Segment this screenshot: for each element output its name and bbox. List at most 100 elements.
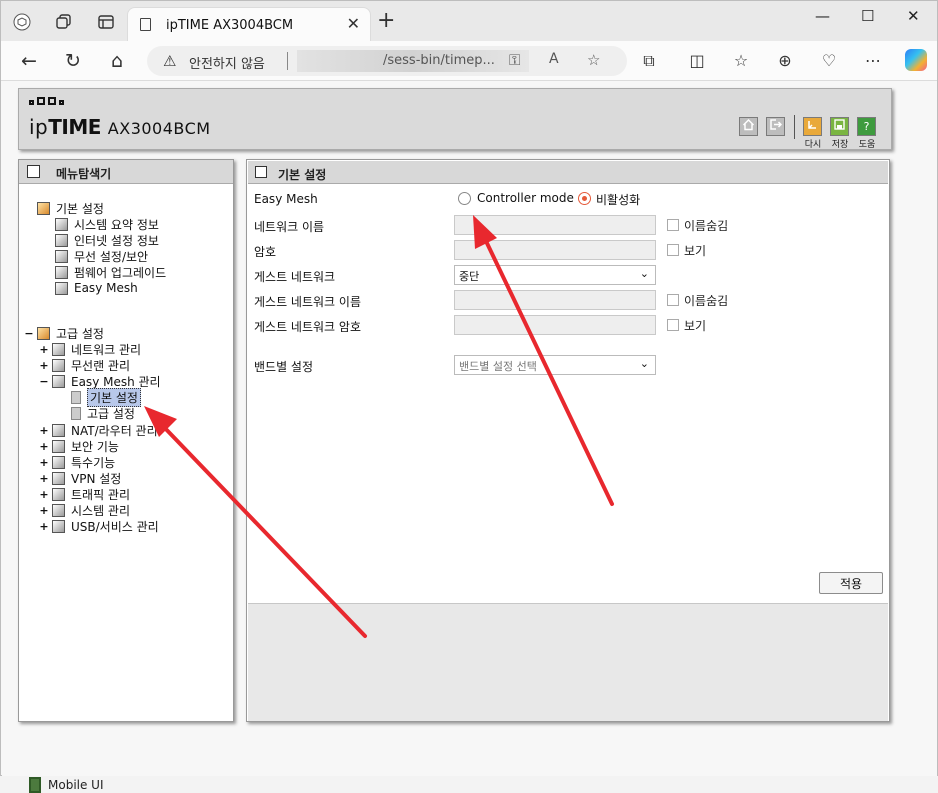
radio-controller-mode[interactable] (458, 192, 471, 205)
bottom-area (248, 603, 888, 721)
expand-icon[interactable]: + (39, 504, 49, 517)
logout-button[interactable] (766, 117, 785, 136)
expand-icon[interactable]: + (39, 424, 49, 437)
wifi-icon (55, 249, 68, 263)
split-screen-icon[interactable]: ◫ (685, 49, 709, 73)
radio-disable[interactable] (578, 192, 591, 205)
guest-show-password-label: 보기 (684, 319, 707, 333)
address-bar[interactable]: ⚠ 안전하지 않음 /sess-bin/timep... ⚿ A ☆ (147, 46, 627, 76)
tree-label: 인터넷 설정 정보 (74, 233, 159, 248)
guest-password-input[interactable] (454, 315, 656, 335)
extensions-icon[interactable]: ⧉ (637, 49, 661, 73)
tree-item-network[interactable]: + 네트워크 관리 (39, 341, 141, 357)
menu-explorer-title: 메뉴탐색기 (56, 167, 112, 181)
expand-icon[interactable]: + (39, 520, 49, 533)
minimize-icon[interactable]: — (815, 7, 830, 25)
password-input[interactable] (454, 240, 656, 260)
expand-icon[interactable]: + (39, 472, 49, 485)
page-icon (71, 390, 81, 404)
band-settings-label: 밴드별 설정 (254, 360, 314, 374)
mobile-ui-link[interactable]: Mobile UI (29, 777, 104, 793)
tree-basic-group[interactable]: 기본 설정 (37, 200, 104, 216)
special-icon (52, 455, 65, 469)
band-settings-select[interactable]: 밴드별 설정 선택 ⌄ (454, 355, 656, 375)
favorite-star-icon[interactable]: ☆ (587, 51, 600, 69)
tree-advanced-group[interactable]: − 고급 설정 (24, 325, 104, 341)
network-name-input[interactable] (454, 215, 656, 235)
tree-item-mesh-advanced[interactable]: 고급 설정 (71, 405, 135, 421)
tree-item-wireless-security[interactable]: 무선 설정/보안 (55, 248, 148, 264)
tree-item-usb[interactable]: + USB/서비스 관리 (39, 518, 159, 534)
copilot-icon[interactable] (905, 49, 927, 71)
apply-button[interactable]: 적용 (819, 572, 883, 594)
tree-item-vpn[interactable]: + VPN 설정 (39, 470, 121, 486)
header-separator (794, 115, 795, 139)
tab-close-icon[interactable]: ✕ (347, 14, 360, 33)
hide-name-label: 이름숨김 (684, 219, 729, 233)
home-button[interactable] (739, 117, 758, 136)
tree-item-wlan[interactable]: + 무선랜 관리 (39, 357, 130, 373)
tree-label: 기본 설정 (56, 201, 104, 216)
maximize-icon[interactable]: ☐ (861, 7, 874, 25)
read-aloud-icon[interactable]: A (549, 51, 559, 67)
guest-show-password-checkbox[interactable] (667, 319, 679, 331)
collapse-icon[interactable]: − (24, 327, 34, 340)
back-icon[interactable]: ← (17, 49, 41, 73)
tab-actions-icon[interactable] (95, 11, 117, 33)
tree-item-mesh-basic[interactable]: 기본 설정 (71, 387, 141, 407)
guest-network-select[interactable]: 중단 ⌄ (454, 265, 656, 285)
hide-name-checkbox[interactable] (667, 219, 679, 231)
expand-icon[interactable]: + (39, 343, 49, 356)
expand-icon[interactable]: + (39, 359, 49, 372)
refresh-button[interactable] (803, 117, 822, 136)
tree-label: 고급 설정 (87, 406, 135, 421)
window-close-icon[interactable]: ✕ (907, 7, 920, 25)
tree-item-special[interactable]: + 특수기능 (39, 454, 115, 470)
logo-time: TIME (48, 115, 101, 139)
tree-item-system-summary[interactable]: 시스템 요약 정보 (55, 216, 159, 232)
collapse-icon[interactable]: − (39, 375, 49, 388)
tree-item-easy-mesh[interactable]: Easy Mesh (55, 280, 138, 296)
expand-icon[interactable]: + (39, 456, 49, 469)
wifi-icon (52, 358, 65, 372)
tree-item-traffic[interactable]: + 트래픽 관리 (39, 486, 130, 502)
profile-icon[interactable] (11, 11, 33, 33)
tree-item-internet-info[interactable]: 인터넷 설정 정보 (55, 232, 159, 248)
refresh-icon[interactable]: ↻ (61, 49, 85, 73)
new-tab-icon[interactable]: + (377, 9, 395, 33)
more-icon[interactable]: ⋯ (861, 49, 885, 73)
collections-icon[interactable]: ⊕ (773, 49, 797, 73)
home-icon[interactable]: ⌂ (105, 49, 129, 73)
tree-label: 무선랜 관리 (71, 358, 131, 373)
address-bar-row: ← ↻ ⌂ ⚠ 안전하지 않음 /sess-bin/timep... ⚿ A ☆… (1, 41, 937, 81)
expand-icon[interactable]: + (39, 488, 49, 501)
help-button[interactable]: ? (857, 117, 876, 136)
tab-title: ipTIME AX3004BCM (166, 18, 294, 33)
workspaces-icon[interactable] (53, 11, 75, 33)
tree-item-system[interactable]: + 시스템 관리 (39, 502, 130, 518)
guest-network-value: 중단 (459, 270, 480, 283)
password-key-icon[interactable]: ⚿ (509, 51, 520, 69)
tree-item-nat[interactable]: + NAT/라우터 관리 (39, 422, 158, 438)
health-icon[interactable]: ♡ (817, 49, 841, 73)
tree-item-security[interactable]: + 보안 기능 (39, 438, 119, 454)
mobile-icon (29, 777, 41, 793)
settings-title: 기본 설정 (278, 168, 327, 182)
model-name: AX3004BCM (107, 119, 211, 138)
tree-label: 트래픽 관리 (71, 487, 131, 502)
tree-item-firmware-upgrade[interactable]: 펌웨어 업그레이드 (55, 264, 166, 280)
warning-icon: ⚠ (163, 52, 177, 70)
show-password-checkbox[interactable] (667, 244, 679, 256)
radio-controller-label: Controller mode (477, 191, 574, 205)
favorites-icon[interactable]: ☆ (729, 49, 753, 73)
chevron-down-icon: ⌄ (639, 267, 649, 280)
mobile-ui-label: Mobile UI (48, 778, 104, 792)
expand-icon[interactable]: + (39, 440, 49, 453)
guest-hide-name-checkbox[interactable] (667, 294, 679, 306)
guest-name-input[interactable] (454, 290, 656, 310)
tree-label: 네트워크 관리 (71, 342, 142, 357)
search-icon (27, 165, 40, 178)
save-button[interactable] (830, 117, 849, 136)
guest-hide-name-label: 이름숨김 (684, 294, 729, 308)
tab-iptime[interactable]: ipTIME AX3004BCM ✕ (127, 7, 371, 41)
